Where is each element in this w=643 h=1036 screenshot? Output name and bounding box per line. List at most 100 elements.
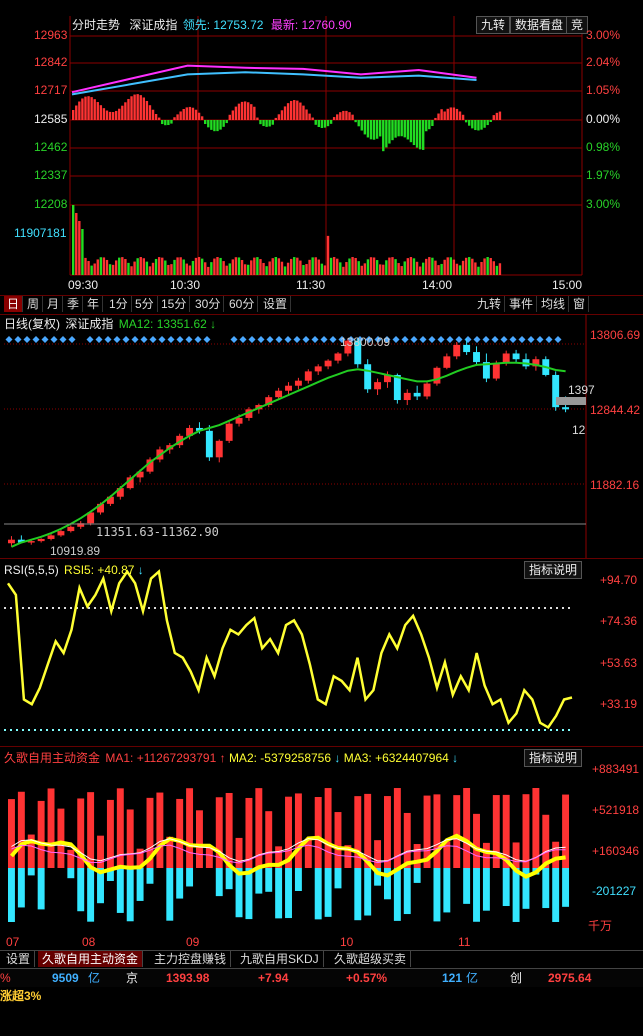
intraday-volume-bar [145,261,149,275]
tab-year[interactable]: 年 [84,296,104,312]
intraday-flow-bar [329,120,333,124]
intraday-volume-bar [182,259,185,275]
intraday-flow-bar [222,120,225,127]
tab-1min[interactable]: 1分 [106,296,132,312]
intraday-flow-bar [428,120,431,130]
fund-outflow-bar [166,868,174,921]
intraday-volume-bar [78,221,81,275]
intraday-flow-bar [213,120,216,132]
intraday-btn-data[interactable]: 数据看盘 [510,16,569,34]
fund-inflow-bar [314,797,322,868]
intraday-lead-value: 12753.72 [213,18,264,32]
tab-month[interactable]: 月 [44,296,64,312]
kline-candle [562,407,570,410]
kline-signal-diamond [194,336,202,343]
intraday-volume-bar [207,266,210,275]
kline-range-note: 11351.63-11362.90 [96,525,219,539]
fund-inflow-bar [384,796,391,868]
intraday-volume-bar [246,264,250,275]
tab-30min[interactable]: 30分 [192,296,225,312]
kline-signal-diamond [140,336,148,343]
intraday-volume-bar [483,258,486,275]
kline-signal-diamond [86,336,94,343]
intraday-time-tick: 10:30 [170,278,201,292]
intraday-flow-bar [489,120,492,123]
intraday-volume-bar [296,257,299,275]
fund-explain-button[interactable]: 指标说明 [524,749,583,767]
intraday-volume-bar [167,264,170,275]
fund-outflow-bar [482,868,490,911]
kline-candle [334,353,342,361]
bottom-tab-settings[interactable]: 设置 [2,951,36,967]
fund-outflow-bar [552,868,560,922]
intraday-volume-bar [385,260,388,275]
rsi-y-tick: +94.70 [600,573,638,587]
bottom-tab-superbuy[interactable]: 久歌超级买卖 [330,951,412,967]
kline-chart [4,314,587,558]
fund-ma2-label: MA2: [228,751,257,765]
kline-signal-diamond [50,336,58,343]
intraday-btn-jiuzhuan[interactable]: 九转 [476,16,511,34]
intraday-volume-bar [366,259,370,275]
tab-day[interactable]: 日 [4,296,24,312]
intraday-volume-bar [474,262,477,275]
rsi-explain-button[interactable]: 指标说明 [524,561,583,579]
tab-settings[interactable]: 设置 [260,296,292,312]
intraday-price-tick: 12842 [34,55,68,69]
kline-signal-diamond [203,336,211,343]
rsi-y-tick: +33.19 [600,697,638,711]
tab-15min[interactable]: 15分 [158,296,191,312]
intraday-volume-bar [216,257,219,275]
kline-signal-diamond [185,336,193,343]
intraday-flow-bar [99,105,103,120]
rsi-y-tick: +53.63 [600,656,638,670]
tab-ma[interactable]: 均线 [538,296,570,312]
intraday-flow-bar [388,120,391,144]
intraday-flow-bar [102,108,106,120]
intraday-volume-bar [455,263,459,275]
tab-window[interactable]: 窗 [570,296,590,312]
intraday-flow-bar [348,112,351,120]
intraday-btn-jing[interactable]: 竞 [566,16,589,34]
fund-inflow-bar [374,840,382,868]
intraday-lead-label: 领先: [182,18,211,32]
kline-signal-diamond [95,336,103,343]
kline-signal-diamond [320,336,328,343]
intraday-volume-bar [188,265,192,275]
intraday-volume-bar [118,257,121,275]
bottom-tab-control[interactable]: 主力控盘赚钱 [150,951,232,967]
bottom-tab-active-fund[interactable]: 久歌自用主动资金 [38,951,144,967]
intraday-flow-bar [87,96,90,120]
kline-price-flag [556,397,586,405]
intraday-volume-bar [96,259,99,275]
kline-candle [275,390,283,398]
kline-signal-diamond [266,336,274,343]
intraday-time-tick: 14:00 [422,278,453,292]
intraday-flow-bar [84,96,87,120]
intraday-volume-bar [148,266,152,275]
tab-week[interactable]: 周 [24,296,44,312]
intraday-volume-bar [400,266,403,275]
intraday-volume-bar [280,261,284,275]
tab-jiuzhuan[interactable]: 九转 [474,296,506,312]
intraday-volume-bar [286,262,290,275]
intraday-volume-tick: 11907181 [14,226,67,240]
intraday-flow-bar [342,110,345,120]
fund-outflow-bar [314,868,322,920]
tab-5min[interactable]: 5分 [132,296,158,312]
tab-event[interactable]: 事件 [506,296,538,312]
intraday-volume-bar [428,257,431,275]
intraday-volume-bar [274,257,278,275]
intraday-flow-bar [179,111,182,120]
tab-season[interactable]: 季 [64,296,84,312]
bottom-tab-skdj[interactable]: 九歌自用SKDJ [236,951,324,967]
kline-ma-arrow: ↓ [210,317,217,331]
intraday-volume-bar [375,260,379,275]
fund-inflow-bar [17,791,25,868]
intraday-flow-bar [452,107,456,120]
intraday-flow-bar [283,106,287,120]
intraday-flow-bar [400,120,403,137]
fund-inflow-bar [324,788,332,868]
intraday-flow-bar [243,101,247,120]
tab-60min[interactable]: 60分 [226,296,259,312]
